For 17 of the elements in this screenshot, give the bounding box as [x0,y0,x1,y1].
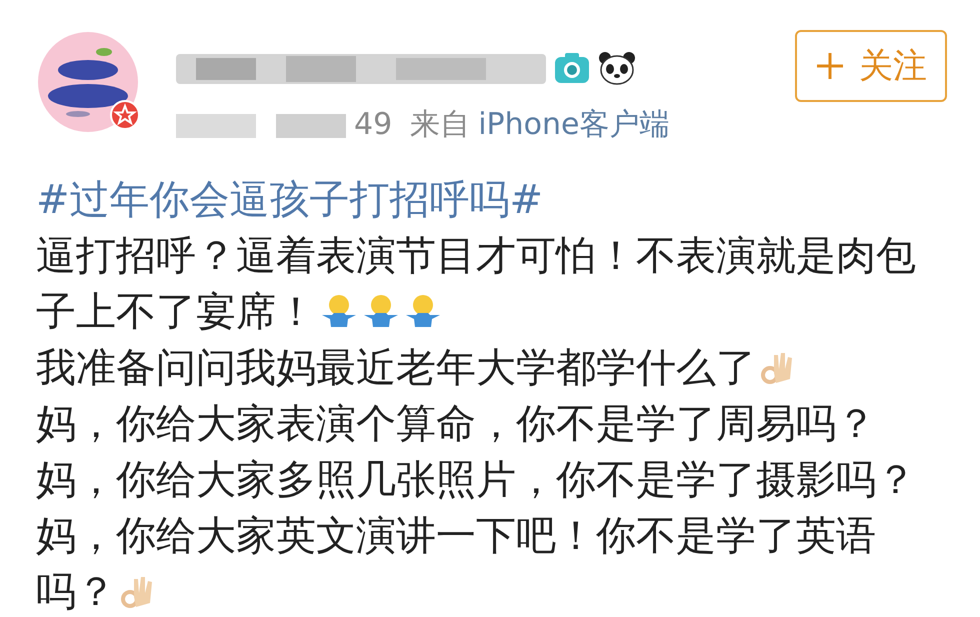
source-label: 来自 [410,106,470,144]
verified-badge-icon [110,100,140,130]
post-paragraph: 妈，你给大家表演个算命，你不是学了周易吗？ [36,400,877,449]
hashtag-link[interactable]: #过年你会逼孩子打招呼吗# [36,172,940,228]
camera-icon [554,52,590,84]
plus-icon [815,51,845,81]
shrug-emoji-icon [320,293,358,329]
shrug-emoji-icon [362,293,400,329]
source-link[interactable]: iPhone客户端 [478,104,670,145]
post-time: 49 [354,107,392,142]
follow-button[interactable]: 关注 [795,30,947,102]
post-paragraph: 妈，你给大家英文演讲一下吧！你不是学了英语吗？ [36,512,877,617]
post-paragraph: 我准备问问我妈最近老年大学都学什么了 [36,340,940,396]
shrug-emoji-icon [404,293,442,329]
post-paragraph: 妈，你给大家多照几张照片，你不是学了摄影吗？ [36,456,917,505]
post-paragraph: 逼打招呼？逼着表演节目才可怕！不表演就是肉包子上不了宴席！ [36,232,917,337]
panda-icon [598,51,636,85]
